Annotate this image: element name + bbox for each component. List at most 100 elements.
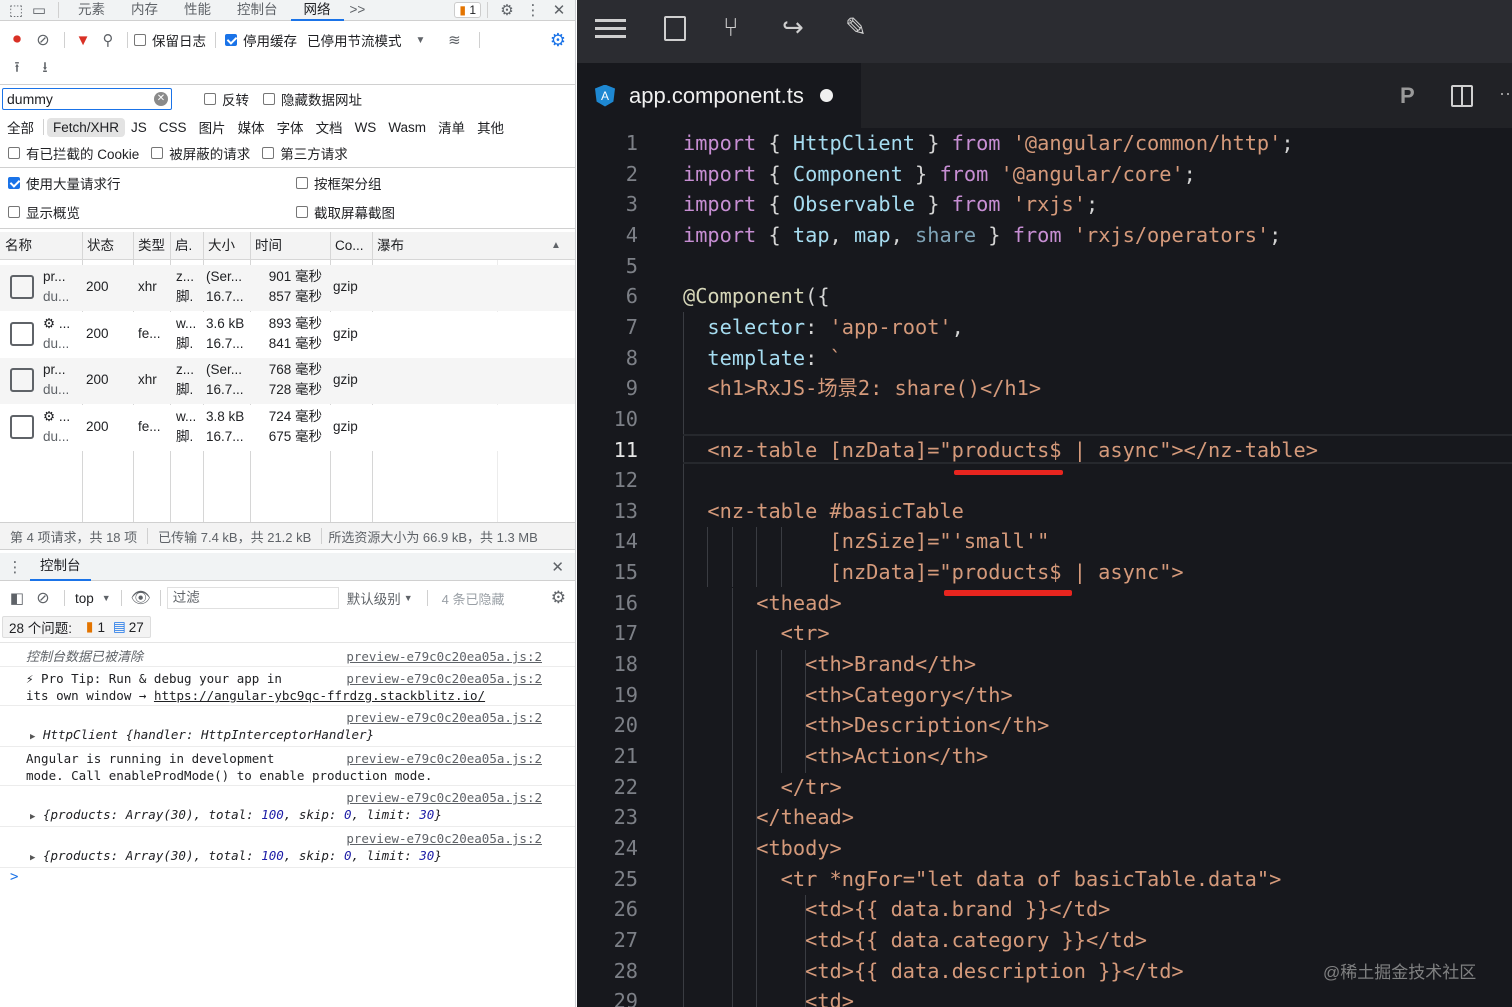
code-line[interactable]: 25 <tr *ngFor="let data of basicTable.da…: [577, 864, 1512, 894]
console-settings-gear-icon[interactable]: ⚙: [551, 588, 566, 608]
code-line[interactable]: 6 @Component({: [577, 281, 1512, 311]
code-text[interactable]: <th>Brand</th>: [683, 649, 976, 679]
capture-screenshots-checkbox[interactable]: 截取屏幕截图: [296, 202, 395, 222]
type-filter-1[interactable]: Fetch/XHR: [47, 117, 126, 137]
code-line[interactable]: 18 <th>Brand</th>: [577, 649, 1512, 679]
issues-badge[interactable]: ▮ 1: [454, 2, 481, 18]
invert-checkbox[interactable]: 反转: [204, 89, 249, 109]
type-filter-11[interactable]: 其他: [471, 115, 510, 139]
blocked-requests-checkbox[interactable]: 被屏蔽的请求: [151, 143, 250, 163]
code-text[interactable]: @Component({: [683, 281, 830, 311]
console-message[interactable]: ▶ {products: Array(30), total: 100, skip…: [0, 787, 575, 827]
code-text[interactable]: [nzData]="products$ | async">: [683, 557, 1184, 587]
type-filter-5[interactable]: 媒体: [232, 115, 271, 139]
column-header[interactable]: 类型: [133, 232, 170, 260]
console-message[interactable]: ▶ {products: Array(30), total: 100, skip…: [0, 828, 575, 868]
code-text[interactable]: <tbody>: [683, 833, 842, 863]
drawer-menu-icon[interactable]: ⋮: [0, 558, 30, 576]
column-header[interactable]: 名称: [0, 232, 82, 260]
network-conditions-icon[interactable]: ≋: [443, 31, 465, 49]
code-line[interactable]: 4 import { tap, map, share } from 'rxjs/o…: [577, 220, 1512, 250]
network-settings-gear-icon[interactable]: ⚙: [550, 30, 566, 51]
code-line[interactable]: 5: [577, 251, 1512, 281]
code-text[interactable]: <nz-table #basicTable: [683, 496, 963, 526]
big-request-rows-checkbox[interactable]: 使用大量请求行: [8, 173, 296, 193]
record-stop-icon[interactable]: ⏺: [6, 31, 28, 49]
code-line[interactable]: 24 <tbody>: [577, 833, 1512, 863]
split-editor-icon[interactable]: [1451, 85, 1473, 107]
type-filter-6[interactable]: 字体: [271, 115, 310, 139]
code-text[interactable]: import { Observable } from 'rxjs';: [683, 189, 1098, 219]
disable-cache-checkbox[interactable]: 停用缓存: [225, 30, 297, 50]
clear-console-icon[interactable]: ⊘: [28, 588, 58, 608]
unsaved-dot-icon[interactable]: [819, 89, 833, 102]
source-link[interactable]: preview-e79c0c20ea05a.js:2: [346, 709, 542, 726]
log-level-select[interactable]: 默认级别 ▼: [347, 588, 413, 608]
source-link[interactable]: preview-e79c0c20ea05a.js:2: [346, 789, 542, 806]
column-header[interactable]: 启.: [170, 232, 203, 260]
import-har-icon[interactable]: ⭱: [8, 57, 26, 82]
code-line[interactable]: 15 [nzData]="products$ | async">: [577, 557, 1512, 587]
sidebar-toggle-icon[interactable]: ◧: [6, 589, 28, 607]
httpclient-object[interactable]: HttpClient {handler: HttpInterceptorHand…: [43, 727, 374, 742]
type-filter-10[interactable]: 清单: [432, 115, 471, 139]
blocked-cookies-checkbox[interactable]: 有已拦截的 Cookie: [8, 143, 139, 163]
type-filter-7[interactable]: 文档: [310, 115, 349, 139]
code-line[interactable]: 14 [nzSize]="'small'": [577, 526, 1512, 556]
code-text[interactable]: <h1>RxJS-场景2: share()</h1>: [683, 373, 1041, 403]
code-text[interactable]: <td>{{ data.brand }}</td>: [683, 894, 1110, 924]
console-message[interactable]: ▶ HttpClient {handler: HttpInterceptorHa…: [0, 707, 575, 747]
tab-console[interactable]: 控制台: [224, 0, 291, 21]
column-header[interactable]: 瀑布: [372, 232, 575, 260]
more-options-icon[interactable]: ⋮: [520, 1, 546, 19]
table-row[interactable]: pr... du... 200 xhr z... 脚. (Ser... 16.7... 901 …: [0, 265, 575, 311]
clear-filter-icon[interactable]: ✕: [154, 92, 168, 106]
source-link[interactable]: preview-e79c0c20ea05a.js:2: [346, 830, 542, 847]
code-text[interactable]: </thead>: [683, 802, 854, 832]
column-header[interactable]: 时间: [250, 232, 330, 260]
settings-gear-icon[interactable]: ⚙: [494, 1, 520, 19]
clear-icon[interactable]: ⊘: [28, 30, 58, 50]
drawer-tab-console[interactable]: 控制台: [30, 553, 91, 581]
prettier-format-icon[interactable]: P: [1400, 83, 1415, 109]
table-row[interactable]: pr... du... 200 xhr z... 脚. (Ser... 16.7... 768 …: [0, 358, 575, 404]
tab-memory[interactable]: 内存: [118, 0, 171, 21]
code-text[interactable]: import { Component } from '@angular/core…: [683, 159, 1196, 189]
code-line[interactable]: 22 </tr>: [577, 772, 1512, 802]
code-line[interactable]: 23 </thead>: [577, 802, 1512, 832]
code-text[interactable]: <td>{{ data.description }}</td>: [683, 956, 1184, 986]
code-line[interactable]: 9 <h1>RxJS-场景2: share()</h1>: [577, 373, 1512, 403]
code-line[interactable]: 27 <td>{{ data.category }}</td>: [577, 925, 1512, 955]
tab-elements[interactable]: 元素: [65, 0, 118, 21]
show-overview-checkbox[interactable]: 显示概览: [8, 202, 296, 222]
type-filter-2[interactable]: JS: [125, 118, 153, 137]
file-tab[interactable]: A app.component.ts: [577, 63, 861, 128]
code-line[interactable]: 26 <td>{{ data.brand }}</td>: [577, 894, 1512, 924]
inspect-element-icon[interactable]: ⬚: [6, 1, 26, 19]
code-text[interactable]: selector: 'app-root',: [683, 312, 963, 342]
share-icon[interactable]: ↪: [782, 12, 804, 43]
code-line[interactable]: 19 <th>Category</th>: [577, 680, 1512, 710]
code-text[interactable]: <thead>: [683, 588, 842, 618]
code-text[interactable]: <tr *ngFor="let data of basicTable.data"…: [683, 864, 1282, 894]
expand-triangle-icon[interactable]: ▶: [30, 812, 35, 822]
code-text[interactable]: import { tap, map, share } from 'rxjs/op…: [683, 220, 1281, 250]
table-row[interactable]: ⚙ ... du... 200 fe... w... 脚. 3.8 kB 16.7... 724…: [0, 404, 575, 451]
code-text[interactable]: </tr>: [683, 772, 842, 802]
export-har-icon[interactable]: ⭳: [36, 57, 54, 82]
code-text[interactable]: <td>{{ data.category }}</td>: [683, 925, 1147, 955]
more-actions-icon[interactable]: ··: [1499, 83, 1511, 104]
source-link[interactable]: preview-e79c0c20ea05a.js:2: [346, 750, 542, 767]
type-filter-4[interactable]: 图片: [193, 115, 232, 139]
filter-input[interactable]: dummy ✕: [2, 88, 172, 110]
code-text[interactable]: <th>Description</th>: [683, 710, 1049, 740]
type-filter-3[interactable]: CSS: [153, 118, 193, 137]
code-line[interactable]: 3 import { Observable } from 'rxjs';: [577, 189, 1512, 219]
table-row[interactable]: ⚙ ... du... 200 fe... w... 脚. 3.6 kB 16.7... 893…: [0, 311, 575, 358]
code-text[interactable]: <th>Action</th>: [683, 741, 988, 771]
code-text[interactable]: [nzSize]="'small'": [683, 526, 1050, 556]
code-line[interactable]: 21 <th>Action</th>: [577, 741, 1512, 771]
throttling-select[interactable]: 已停用节流模式 ▼: [307, 30, 425, 50]
type-filter-8[interactable]: WS: [349, 118, 383, 137]
code-line[interactable]: 10: [577, 404, 1512, 434]
